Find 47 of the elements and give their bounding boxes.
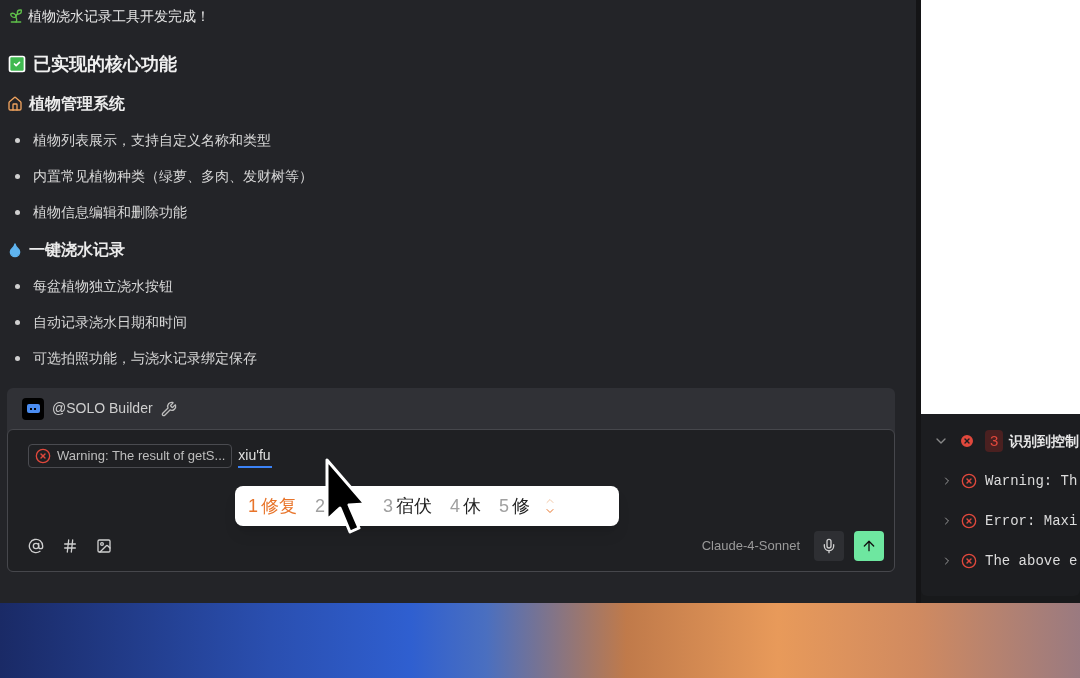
bullet-icon bbox=[15, 355, 20, 361]
error-chip[interactable]: Warning: The result of getS... bbox=[28, 444, 233, 468]
chip-label: Warning: The result of getS... bbox=[57, 447, 226, 466]
error-icon bbox=[35, 448, 51, 464]
image-icon[interactable] bbox=[96, 538, 112, 554]
list-item: 植物信息编辑和删除功能 bbox=[33, 202, 187, 222]
error-icon bbox=[959, 433, 975, 449]
candidate-option[interactable]: 3 宿伏 bbox=[383, 492, 433, 520]
model-selector[interactable]: Claude-4-Sonnet bbox=[701, 536, 800, 556]
subsection-heading: 一键浇水记录 bbox=[29, 240, 125, 260]
bullet-icon bbox=[15, 137, 20, 143]
list-item: 内置常见植物种类（绿萝、多肉、发财树等） bbox=[33, 166, 313, 186]
subsection-heading: 植物管理系统 bbox=[29, 94, 125, 114]
send-icon bbox=[861, 538, 877, 554]
list-item: 可选拍照功能，与浇水记录绑定保存 bbox=[33, 348, 257, 368]
error-icon bbox=[961, 513, 977, 529]
console-title: 识别到控制 bbox=[1009, 431, 1080, 451]
console-message: The above e bbox=[985, 551, 1078, 571]
bullet-icon bbox=[15, 283, 20, 289]
droplet-icon bbox=[7, 242, 23, 258]
error-count-badge: 3 bbox=[985, 429, 1004, 453]
hash-icon[interactable] bbox=[62, 538, 78, 554]
candidate-option[interactable]: 5 修 bbox=[499, 492, 531, 520]
list-item: 每盆植物独立浇水按钮 bbox=[33, 276, 173, 296]
list-item: 自动记录浇水日期和时间 bbox=[33, 312, 187, 332]
section-heading: 已实现的核心功能 bbox=[33, 52, 177, 76]
input-field[interactable]: xiu'fu bbox=[238, 444, 272, 468]
microphone-icon bbox=[821, 538, 837, 554]
message-title: 植物浇水记录工具开发完成！ bbox=[28, 6, 210, 26]
bullet-icon bbox=[15, 173, 20, 179]
console-message: Warning: Th bbox=[985, 471, 1078, 491]
seedling-icon bbox=[8, 8, 24, 24]
tools-icon bbox=[160, 400, 177, 417]
mention-icon[interactable] bbox=[28, 538, 44, 554]
agent-name: @SOLO Builder bbox=[52, 399, 153, 418]
robot-icon bbox=[22, 397, 44, 420]
candidate-option[interactable]: 4 休 bbox=[450, 492, 482, 520]
bullet-icon bbox=[15, 209, 20, 215]
error-icon bbox=[961, 473, 977, 489]
microphone-button[interactable] bbox=[814, 531, 844, 561]
console-message: Error: Maxi bbox=[985, 511, 1078, 531]
house-icon bbox=[7, 96, 23, 112]
check-icon bbox=[7, 54, 27, 74]
list-item: 植物列表展示，支持自定义名称和类型 bbox=[33, 130, 271, 150]
bullet-icon bbox=[15, 319, 20, 325]
error-icon bbox=[961, 553, 977, 569]
send-button[interactable] bbox=[854, 531, 884, 561]
